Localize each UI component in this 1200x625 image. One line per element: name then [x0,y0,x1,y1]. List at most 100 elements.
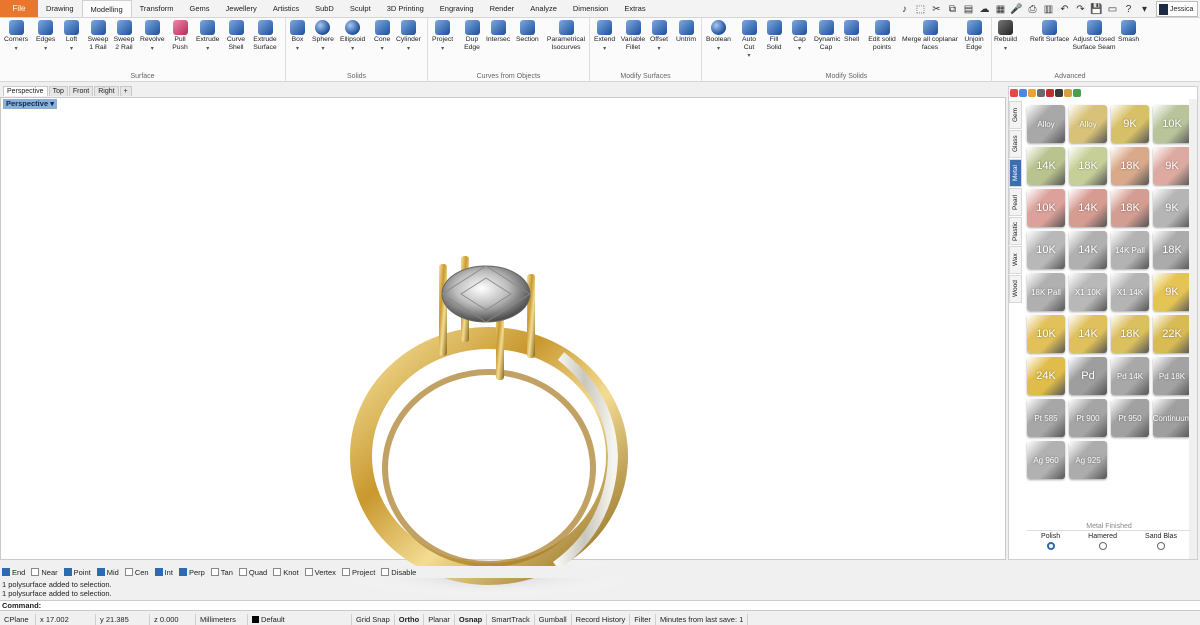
checkbox[interactable] [63,568,72,576]
tool-sweep-2-rail[interactable]: Sweep 2 Rail [112,20,136,51]
tool-shell[interactable]: Shell [844,20,859,44]
tool-untrim[interactable]: Untrim [676,20,696,44]
tab-engraving[interactable]: Engraving [432,0,482,17]
units-status[interactable]: Millimeters [196,614,248,625]
undo-icon[interactable]: ↶ [1057,2,1072,17]
checkbox[interactable] [124,568,133,576]
toggle-gumball[interactable]: Gumball [535,614,572,625]
tool-extrude-surface[interactable]: Extrude Surface [250,20,280,51]
tool-offset[interactable]: Offset ▾ [650,20,668,52]
toggle-smarttrack[interactable]: SmartTrack [487,614,535,625]
material-swatch[interactable]: 14K [1027,147,1065,185]
tool-cylinder[interactable]: Cylinder ▾ [396,20,421,52]
properties-icon[interactable] [1028,89,1036,97]
tab-wood[interactable]: Wood [1009,275,1022,303]
tool-intersec[interactable]: Intersec [486,20,510,44]
tool-fill-solid[interactable]: Fill Solid [764,20,784,51]
chevron-down-icon[interactable]: ▾ [798,45,801,52]
material-swatch[interactable]: 22K [1153,315,1191,353]
material-swatch[interactable]: 14K Pall [1111,231,1149,269]
tool-extend[interactable]: Extend ▾ [594,20,615,52]
tool-parametrical-isocurves[interactable]: Parametrical Isocurves [546,20,586,51]
finish-radio[interactable] [1098,542,1107,550]
chevron-down-icon[interactable]: ▾ [381,45,384,52]
toggle-osnap[interactable]: Osnap [455,614,488,625]
tool-smash[interactable]: Smash [1118,20,1139,44]
material-swatch[interactable]: X1 10K [1069,273,1107,311]
osnap-tan[interactable]: Tan [210,568,233,577]
material-swatch[interactable]: 9K [1153,147,1191,185]
checkbox[interactable] [273,568,282,576]
chevron-down-icon[interactable]: ▾ [658,45,661,52]
material-swatch[interactable]: Pd 14K [1111,357,1149,395]
tab-wax[interactable]: Wax [1009,246,1022,274]
tab-transform[interactable]: Transform [132,0,182,17]
tool-revolve[interactable]: Revolve ▾ [140,20,165,52]
osnap-project[interactable]: Project [341,568,375,577]
tool-cone[interactable]: Cone ▾ [374,20,390,52]
layer-status[interactable]: Default [248,614,352,625]
material-swatch[interactable]: Pd 18K [1153,357,1191,395]
command-line[interactable]: Command: [0,600,1200,611]
tool-corners[interactable]: Corners ▾ [4,20,28,52]
viewport-label[interactable]: Perspective ▾ [3,99,57,109]
osnap-vertex[interactable]: Vertex [304,568,336,577]
open-icon[interactable]: ▭ [1105,2,1120,17]
tab-glass[interactable]: Glass [1009,130,1022,158]
material-swatch[interactable]: 14K [1069,315,1107,353]
toggle-grid-snap[interactable]: Grid Snap [352,614,395,625]
help-icon[interactable] [1073,89,1081,97]
chevron-down-icon[interactable]: ▾ [441,45,444,52]
checkbox[interactable] [210,568,219,576]
tab-perspective[interactable]: Perspective [3,86,48,96]
save-icon[interactable]: 💾 [1089,2,1104,17]
material-swatch[interactable]: 18K Pall [1027,273,1065,311]
tab-top[interactable]: Top [48,86,68,96]
tool-section[interactable]: Section [516,20,539,44]
chevron-down-icon[interactable]: ▾ [321,45,324,52]
user-account-button[interactable]: Jessica [1156,1,1198,17]
material-swatch[interactable]: 10K [1027,189,1065,227]
osnap-near[interactable]: Near [31,568,58,577]
osnap-point[interactable]: Point [63,568,91,577]
material-swatch[interactable]: 10K [1027,315,1065,353]
cut-icon[interactable]: ✂ [929,2,944,17]
tab-artistics[interactable]: Artistics [265,0,307,17]
osnap-end[interactable]: End [2,568,25,577]
chevron-down-icon[interactable]: ▾ [296,45,299,52]
osnap-knot[interactable]: Knot [273,568,299,577]
finish-option[interactable]: Polish [1041,533,1060,550]
checkbox[interactable] [2,568,10,576]
tool-merge-coplanar-faces[interactable]: Merge all coplanar faces [902,20,958,51]
osnap-int[interactable]: Int [154,568,173,577]
chevron-down-icon[interactable]: ▾ [717,45,720,52]
tool-cap[interactable]: Cap ▾ [792,20,807,52]
tab-extras[interactable]: Extras [616,0,653,17]
finish-radio[interactable] [1046,542,1055,550]
tab-render[interactable]: Render [482,0,523,17]
tab-dimension[interactable]: Dimension [565,0,616,17]
chevron-down-icon[interactable]: ▾ [15,45,18,52]
material-swatch[interactable]: X1 14K [1111,273,1149,311]
ring-model[interactable] [341,246,641,606]
checkbox[interactable] [341,568,350,576]
checkbox[interactable] [304,568,313,576]
tab-subd[interactable]: SubD [307,0,342,17]
tab-3d-printing[interactable]: 3D Printing [379,0,432,17]
display-icon[interactable] [1037,89,1045,97]
tab-gems[interactable]: Gems [182,0,218,17]
tab-pearl[interactable]: Pearl [1009,188,1022,216]
material-swatch[interactable]: 24K [1027,357,1065,395]
toggle-record-history[interactable]: Record History [572,614,631,625]
chevron-down-icon[interactable]: ▾ [351,45,354,52]
render-icon[interactable] [1010,89,1018,97]
layout-icon[interactable]: ▥ [1041,2,1056,17]
tab-sculpt[interactable]: Sculpt [342,0,379,17]
help-icon[interactable]: ? [1121,2,1136,17]
finish-option[interactable]: Hamered [1088,533,1117,550]
tool-dup-edge[interactable]: Dup Edge [462,20,482,51]
tab-plastic[interactable]: Plastic [1009,217,1022,245]
toggle-filter[interactable]: Filter [630,614,656,625]
checkbox[interactable] [381,568,390,576]
finish-option[interactable]: Sand Blas [1145,533,1177,550]
